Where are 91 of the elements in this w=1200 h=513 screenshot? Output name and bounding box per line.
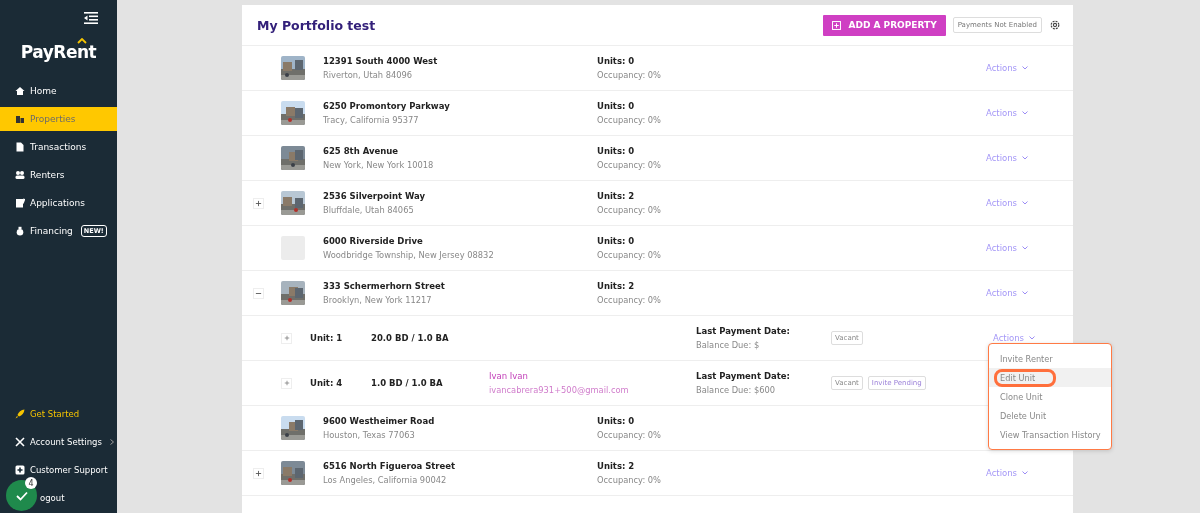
property-address[interactable]: 6250 Promontory Parkway (323, 101, 597, 111)
plus-square-icon (832, 20, 842, 30)
nav-item[interactable]: Renters (0, 163, 117, 187)
chevron-right-icon (109, 439, 114, 445)
occupancy: Occupancy: 0% (597, 160, 662, 170)
expand-toggle[interactable] (253, 467, 264, 479)
unit-layout: 1.0 BD / 1.0 BA (371, 378, 444, 388)
occupancy: Occupancy: 0% (597, 430, 662, 440)
expand-toggle[interactable] (281, 332, 292, 344)
property-city: Brooklyn, New York 11217 (323, 295, 433, 305)
property-address[interactable]: 6516 North Figueroa Street (323, 461, 597, 471)
portfolio-title: My Portfolio test (257, 17, 376, 33)
nav-item[interactable]: Transactions (0, 135, 117, 159)
chevron-down-icon (1022, 201, 1029, 205)
chevron-down-icon (1029, 336, 1036, 340)
chevron-down-icon (1022, 471, 1029, 475)
support-icon (15, 465, 25, 475)
property-address[interactable]: 9600 Westheimer Road (323, 416, 597, 426)
menu-icon[interactable] (84, 12, 98, 24)
menu-item[interactable]: View Transaction History (989, 425, 1111, 444)
chevron-down-icon (1022, 66, 1029, 70)
check-button[interactable] (6, 480, 37, 511)
occupancy: Occupancy: 0% (597, 250, 662, 260)
chevron-down-icon (1022, 111, 1029, 115)
occupancy: Occupancy: 0% (597, 205, 662, 215)
chevron-down-icon (1022, 291, 1029, 295)
property-address[interactable]: 333 Schermerhorn Street (323, 281, 597, 291)
menu-item[interactable]: Invite Renter (989, 349, 1111, 368)
balance-due: Balance Due: $ (696, 340, 761, 350)
plus-icon (255, 469, 262, 477)
notification-count: 4 (25, 477, 37, 489)
property-address[interactable]: 625 8th Avenue (323, 146, 597, 156)
people-icon (15, 170, 25, 180)
nav-item[interactable]: ogout (0, 491, 100, 505)
property-city: Tracy, California 95377 (323, 115, 420, 125)
plus-icon (283, 380, 290, 386)
nav-item[interactable]: Properties (0, 107, 117, 131)
unit-number: Unit: 1 (310, 333, 344, 343)
money-bag-icon (15, 226, 25, 236)
chevron-down-icon (1022, 156, 1029, 160)
plus-icon (255, 199, 262, 207)
renter-name[interactable]: Ivan Ivan (489, 371, 696, 381)
unit-count: Units: 0 (597, 101, 636, 111)
occupancy: Occupancy: 0% (597, 475, 662, 485)
plus-icon (283, 335, 290, 341)
property-address[interactable]: 6000 Riverside Drive (323, 236, 597, 246)
unit-count: Units: 2 (597, 281, 636, 291)
property-address[interactable]: 12391 South 4000 West (323, 56, 597, 66)
occupancy: Occupancy: 0% (597, 115, 662, 125)
unit-count: Units: 0 (597, 56, 636, 66)
occupancy: Occupancy: 0% (597, 70, 662, 80)
rocket-icon (15, 409, 25, 419)
nav-item[interactable]: Account Settings (0, 435, 117, 449)
unit-count: Units: 0 (597, 146, 636, 156)
property-city: Woodbridge Township, New Jersey 08832 (323, 250, 495, 260)
property-city: Riverton, Utah 84096 (323, 70, 414, 80)
property-city: Los Angeles, California 90042 (323, 475, 448, 485)
unit-count: Units: 0 (597, 236, 636, 246)
menu-item[interactable]: Clone Unit (989, 387, 1111, 406)
last-payment-date: Last Payment Date: (696, 326, 791, 336)
unit-count: Units: 2 (597, 191, 636, 201)
chevron-down-icon (1022, 246, 1029, 250)
nav-item[interactable]: Home (0, 79, 117, 103)
unit-count: Units: 2 (597, 461, 636, 471)
property-city: Houston, Texas 77063 (323, 430, 416, 440)
add-property-button[interactable]: ADD A PROPERTY (823, 14, 946, 36)
settings-icon[interactable] (1049, 19, 1061, 31)
check-icon (15, 490, 28, 501)
building-icon (15, 114, 25, 124)
nav-item[interactable]: Applications (0, 191, 117, 215)
unit-number: Unit: 4 (310, 378, 344, 388)
unit-layout: 20.0 BD / 1.0 BA (371, 333, 450, 343)
property-address[interactable]: 2536 Silverpoint Way (323, 191, 597, 201)
receipt-icon (15, 142, 25, 152)
home-icon (15, 86, 25, 96)
nav-item[interactable]: Customer Support (0, 463, 117, 477)
balance-due: Balance Due: $600 (696, 385, 777, 395)
roof-icon (77, 38, 87, 44)
logo: PayRent (20, 42, 97, 64)
expand-toggle[interactable] (281, 377, 292, 389)
occupancy: Occupancy: 0% (597, 295, 662, 305)
document-icon (15, 198, 25, 208)
expand-toggle[interactable] (253, 197, 264, 209)
last-payment-date: Last Payment Date: (696, 371, 791, 381)
unit-count: Units: 0 (597, 416, 636, 426)
property-city: New York, New York 10018 (323, 160, 435, 170)
nav-item[interactable]: Get Started (0, 407, 117, 421)
menu-item[interactable]: Delete Unit (989, 406, 1111, 425)
property-city: Bluffdale, Utah 84065 (323, 205, 415, 215)
tools-icon (15, 437, 25, 447)
expand-toggle[interactable] (253, 287, 264, 299)
